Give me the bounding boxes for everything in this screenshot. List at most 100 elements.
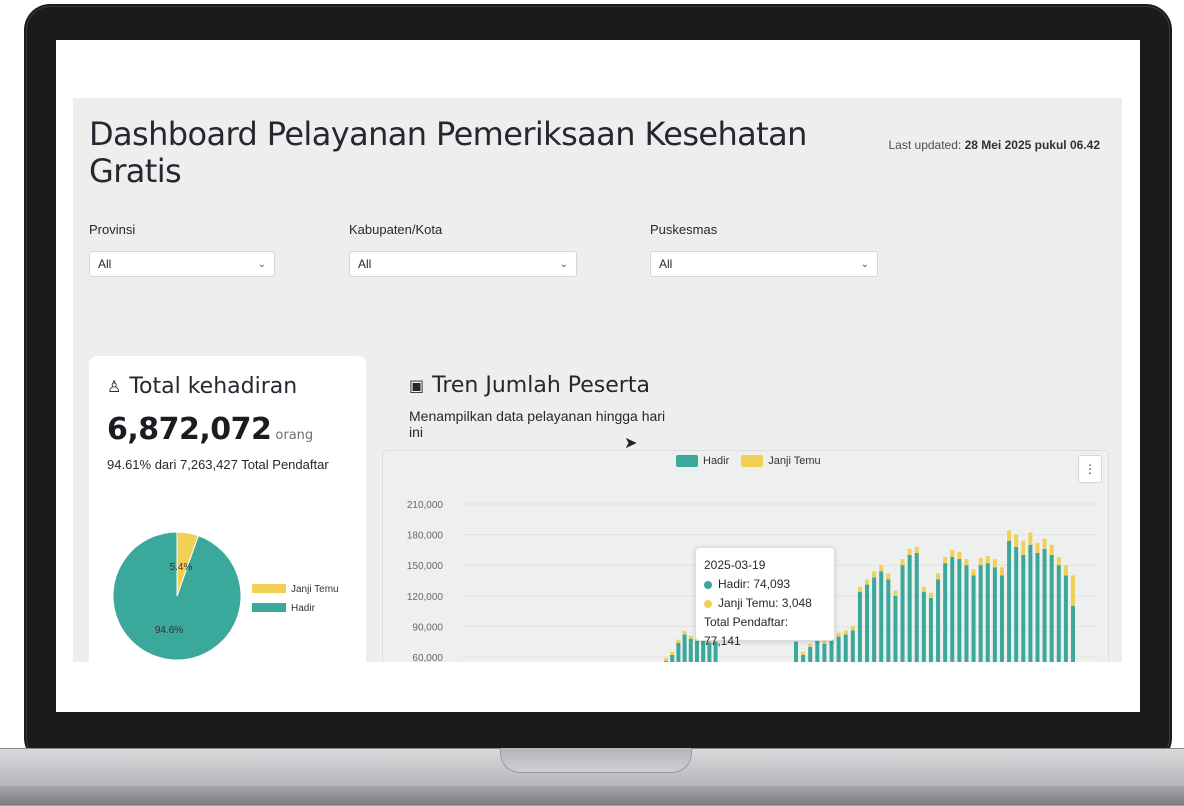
bar-janji-temu[interactable] xyxy=(1042,538,1047,549)
chart-tooltip: 2025-03-19 Hadir: 74,093 Janji Temu: 3,0… xyxy=(695,547,835,648)
bar-janji-temu[interactable] xyxy=(1028,532,1033,545)
bar-janji-temu[interactable] xyxy=(872,571,877,578)
bar-hadir[interactable] xyxy=(1056,565,1061,662)
bar-janji-temu[interactable] xyxy=(879,565,884,572)
bar-hadir[interactable] xyxy=(999,575,1004,662)
bar-hadir[interactable] xyxy=(1063,575,1068,662)
provinsi-select[interactable]: All ⌄ xyxy=(89,251,275,277)
bar-janji-temu[interactable] xyxy=(921,586,926,592)
bar-hadir[interactable] xyxy=(836,636,841,662)
bar-janji-temu[interactable] xyxy=(1035,542,1040,553)
tooltip-dot-janji-temu xyxy=(704,599,712,608)
bar-hadir[interactable] xyxy=(670,654,675,662)
bar-hadir[interactable] xyxy=(695,640,699,662)
total-kehadiran-card: ♙ Total kehadiran 6,872,072 orang 94.61% … xyxy=(89,356,366,662)
bar-janji-temu[interactable] xyxy=(1071,575,1075,606)
bar-janji-temu[interactable] xyxy=(850,626,855,631)
bar-hadir[interactable] xyxy=(872,577,877,662)
bar-janji-temu[interactable] xyxy=(865,579,870,585)
last-updated-label: Last updated: xyxy=(888,138,962,152)
bar-janji-temu[interactable] xyxy=(1063,565,1068,576)
kabupaten-select-value: All xyxy=(358,257,372,271)
bar-hadir[interactable] xyxy=(971,575,976,662)
bar-hadir[interactable] xyxy=(664,661,668,662)
bar-hadir[interactable] xyxy=(978,565,983,662)
total-kehadiran-number: 6,872,072 xyxy=(107,412,272,447)
bar-hadir[interactable] xyxy=(928,597,933,662)
bar-janji-temu[interactable] xyxy=(907,548,912,555)
kabupaten-select[interactable]: All ⌄ xyxy=(349,251,577,277)
bar-janji-temu[interactable] xyxy=(936,573,941,580)
bar-janji-temu[interactable] xyxy=(914,546,919,553)
bar-hadir[interactable] xyxy=(957,559,962,662)
bar-hadir[interactable] xyxy=(865,584,870,662)
bar-janji-temu[interactable] xyxy=(1014,534,1019,547)
bar-hadir[interactable] xyxy=(1021,555,1026,662)
bar-hadir[interactable] xyxy=(936,579,941,662)
bar-hadir[interactable] xyxy=(688,638,693,662)
y-tick-label: 180,000 xyxy=(407,531,444,542)
bar-hadir[interactable] xyxy=(900,565,905,662)
bar-janji-temu[interactable] xyxy=(1049,544,1054,555)
bar-janji-temu[interactable] xyxy=(676,639,681,643)
legend-item-janji-temu[interactable]: Janji Temu xyxy=(741,455,821,467)
bar-hadir[interactable] xyxy=(893,595,898,662)
bar-hadir[interactable] xyxy=(801,654,806,662)
chart-icon: ▣ xyxy=(409,376,425,395)
bar-janji-temu[interactable] xyxy=(971,569,976,576)
bar-hadir[interactable] xyxy=(921,591,926,662)
bar-janji-temu[interactable] xyxy=(992,559,997,568)
bar-janji-temu[interactable] xyxy=(682,630,687,635)
bar-hadir[interactable] xyxy=(857,591,862,662)
bar-hadir[interactable] xyxy=(676,642,681,662)
bar-janji-temu[interactable] xyxy=(857,586,862,592)
bar-janji-temu[interactable] xyxy=(1021,540,1026,555)
bar-hadir[interactable] xyxy=(843,634,848,662)
chart-menu-button[interactable]: ⋮ xyxy=(1078,455,1102,483)
bar-janji-temu[interactable] xyxy=(843,630,848,635)
bar-janji-temu[interactable] xyxy=(943,557,948,564)
legend-item-hadir[interactable]: Hadir xyxy=(676,455,729,467)
bar-hadir[interactable] xyxy=(1014,546,1019,662)
bar-hadir[interactable] xyxy=(964,565,969,662)
bar-hadir[interactable] xyxy=(1028,544,1033,662)
bar-janji-temu[interactable] xyxy=(957,551,962,560)
bar-hadir[interactable] xyxy=(829,638,834,662)
bar-hadir[interactable] xyxy=(682,634,687,662)
bar-janji-temu[interactable] xyxy=(950,549,955,558)
puskesmas-select[interactable]: All ⌄ xyxy=(650,251,878,277)
bar-janji-temu[interactable] xyxy=(688,635,693,639)
bar-hadir[interactable] xyxy=(850,630,855,662)
bar-janji-temu[interactable] xyxy=(1056,557,1061,566)
bar-hadir[interactable] xyxy=(1035,552,1040,662)
bar-hadir[interactable] xyxy=(1049,555,1054,662)
puskesmas-select-value: All xyxy=(659,257,673,271)
bar-janji-temu[interactable] xyxy=(999,567,1004,576)
bar-janji-temu[interactable] xyxy=(801,651,806,655)
bar-janji-temu[interactable] xyxy=(1007,530,1012,541)
bar-janji-temu[interactable] xyxy=(900,559,905,566)
bar-hadir[interactable] xyxy=(886,579,891,662)
bar-hadir[interactable] xyxy=(992,567,997,662)
bar-hadir[interactable] xyxy=(1071,606,1075,662)
bar-janji-temu[interactable] xyxy=(978,558,983,566)
bar-hadir[interactable] xyxy=(914,552,919,662)
bar-hadir[interactable] xyxy=(879,571,884,662)
tooltip-dot-hadir xyxy=(704,580,712,589)
bar-hadir[interactable] xyxy=(907,555,912,662)
legend-label-janji-temu: Janji Temu xyxy=(768,455,821,467)
legend-label-hadir: Hadir xyxy=(291,603,316,614)
bar-hadir[interactable] xyxy=(1007,540,1012,662)
bar-hadir[interactable] xyxy=(943,563,948,662)
bar-hadir[interactable] xyxy=(1042,548,1047,662)
bar-janji-temu[interactable] xyxy=(670,651,675,655)
bar-hadir[interactable] xyxy=(950,557,955,662)
bar-janji-temu[interactable] xyxy=(664,658,668,662)
bar-janji-temu[interactable] xyxy=(893,590,898,596)
bar-janji-temu[interactable] xyxy=(928,592,933,598)
bar-hadir[interactable] xyxy=(985,563,990,662)
bar-janji-temu[interactable] xyxy=(886,573,891,580)
bar-janji-temu[interactable] xyxy=(985,556,990,564)
bar-janji-temu[interactable] xyxy=(836,632,841,637)
bar-janji-temu[interactable] xyxy=(964,559,969,566)
